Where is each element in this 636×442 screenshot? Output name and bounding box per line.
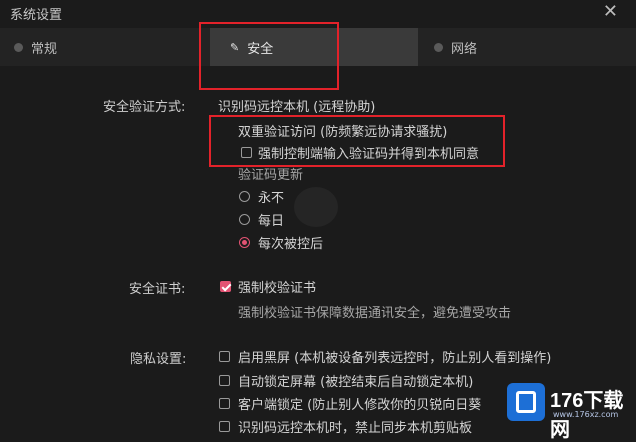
cert-description: 强制校验证书保障数据通讯安全，避免遭受攻击 <box>238 306 512 321</box>
privacy-checkbox-blackscreen[interactable] <box>219 351 230 362</box>
radio-every-session-label[interactable]: 每次被控后 <box>258 233 323 252</box>
general-tab-icon <box>14 42 23 52</box>
auth-method-label: 安全验证方式: <box>103 100 186 115</box>
cert-checkbox[interactable] <box>220 281 231 292</box>
window-title: 系统设置 <box>10 8 63 23</box>
tab-bar: 常规 ✎ 安全 网络 <box>0 28 636 66</box>
tab-security[interactable]: ✎ 安全 <box>210 28 418 66</box>
tab-network-label: 网络 <box>451 41 478 57</box>
radio-daily[interactable] <box>239 214 250 225</box>
privacy-checkbox-clientlock[interactable] <box>219 398 230 409</box>
code-update-label: 验证码更新 <box>238 168 304 183</box>
close-icon[interactable]: ✕ <box>603 1 618 22</box>
tab-network[interactable]: 网络 <box>418 28 636 66</box>
privacy-blackscreen-label[interactable]: 启用黑屏 (本机被设备列表远控时，防止别人看到操作) <box>238 347 551 366</box>
privacy-checkbox-autolock[interactable] <box>219 375 230 386</box>
tab-general-label: 常规 <box>31 41 58 57</box>
privacy-clientlock-label[interactable]: 客户端锁定 (防止别人修改你的贝锐向日葵 <box>238 394 481 413</box>
auth-method-value: 识别码远控本机 (远程协助) <box>218 100 376 115</box>
shield-icon: ✎ <box>230 40 240 54</box>
title-bar: 系统设置 ✕ <box>0 0 636 24</box>
privacy-autolock-label[interactable]: 自动锁定屏幕 (被控结束后自动锁定本机) <box>238 371 473 390</box>
privacy-checkbox-clipboard[interactable] <box>219 421 230 432</box>
watermark-logo-icon <box>507 383 545 421</box>
dual-verify-title: 双重验证访问 (防频繁远协请求骚扰) <box>238 125 448 140</box>
cert-checkbox-label[interactable]: 强制校验证书 <box>238 277 316 296</box>
radio-daily-label[interactable]: 每日 <box>258 210 284 229</box>
radio-never-label[interactable]: 永不 <box>258 187 284 206</box>
network-tab-icon <box>434 42 443 52</box>
watermark-url: www.176xz.com <box>553 410 619 419</box>
radio-every-session[interactable] <box>239 237 250 248</box>
force-code-label[interactable]: 强制控制端输入验证码并得到本机同意 <box>258 143 479 162</box>
radio-never[interactable] <box>239 191 250 202</box>
overlay-blob <box>294 187 338 227</box>
tab-security-label: 安全 <box>247 41 274 57</box>
force-code-checkbox[interactable] <box>241 147 252 158</box>
privacy-label: 隐私设置: <box>130 352 187 367</box>
cert-label: 安全证书: <box>129 282 186 297</box>
privacy-clipboard-label[interactable]: 识别码远控本机时，禁止同步本机剪贴板 <box>238 417 472 436</box>
tab-general[interactable]: 常规 <box>0 28 190 66</box>
